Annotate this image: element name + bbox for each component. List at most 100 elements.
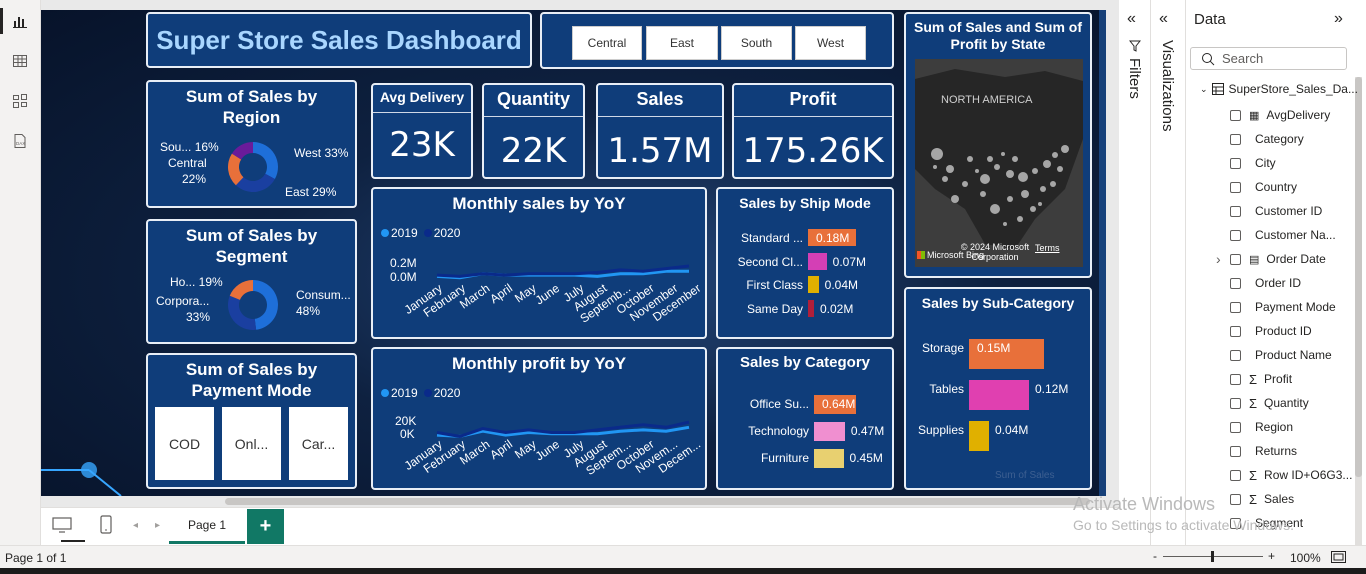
field-quantity[interactable]: Σ Quantity (1230, 393, 1309, 413)
map-state-bubble[interactable] (1061, 145, 1069, 153)
slicer-south-button[interactable]: South (721, 26, 792, 60)
category-card[interactable]: Sales by Category Office Su... 0.64M Techn… (716, 347, 894, 490)
collapse-filters-icon[interactable]: « (1127, 10, 1136, 28)
map-state-bubble[interactable] (933, 165, 937, 169)
map-state-bubble[interactable] (1052, 152, 1058, 158)
field-customer-na-[interactable]: Customer Na... (1230, 225, 1336, 245)
category-bar[interactable] (814, 449, 844, 468)
field-checkbox[interactable] (1230, 493, 1241, 505)
zoom-slider-thumb[interactable] (1211, 551, 1214, 562)
category-bar[interactable] (814, 422, 845, 441)
map-state-bubble[interactable] (1021, 190, 1029, 198)
map-state-bubble[interactable] (1032, 168, 1038, 174)
field-order-date[interactable]: › ▤ Order Date (1216, 249, 1326, 269)
payment-cod-card[interactable]: COD (155, 407, 214, 480)
expand-field-icon[interactable]: › (1216, 251, 1221, 267)
map-state-bubble[interactable] (1017, 216, 1023, 222)
segment-donut-chart[interactable] (226, 278, 280, 332)
region-donut-card[interactable]: Sum of Sales by Region Sou... 16% Centra… (146, 80, 357, 208)
ship-mode-bar[interactable] (808, 276, 819, 293)
field-country[interactable]: Country (1230, 177, 1297, 197)
map-state-bubble[interactable] (1006, 170, 1014, 178)
map-state-bubble[interactable] (962, 181, 968, 187)
field-checkbox[interactable] (1230, 373, 1241, 385)
monthly-sales-line-chart[interactable] (433, 249, 693, 283)
map-state-bubble[interactable] (980, 191, 986, 197)
payment-online-card[interactable]: Onl... (222, 407, 281, 480)
field-checkbox[interactable] (1230, 205, 1241, 217)
canvas-horizontal-scrollbar[interactable] (225, 498, 1090, 505)
map-state-bubble[interactable] (946, 165, 954, 173)
search-input[interactable]: Search (1222, 51, 1263, 66)
collapse-table-icon[interactable]: ⌄ (1200, 84, 1208, 95)
series-2020-line[interactable] (436, 264, 690, 278)
field-checkbox[interactable] (1230, 349, 1241, 361)
field-row-id-o6g3-[interactable]: Σ Row ID+O6G3... (1230, 465, 1352, 485)
map-state-bubble[interactable] (1057, 166, 1063, 172)
ship-mode-card[interactable]: Sales by Ship Mode Standard ... 0.18M Seco… (716, 187, 894, 339)
page-tab-page-1[interactable]: Page 1 (169, 508, 245, 544)
ship-mode-bars[interactable]: Standard ... 0.18M Second Cl... 0.07M First … (718, 229, 892, 329)
desktop-layout-icon[interactable] (51, 516, 73, 534)
field-customer-id[interactable]: Customer ID (1230, 201, 1322, 221)
data-pane-scrollbar-track[interactable] (1355, 77, 1362, 545)
add-page-button[interactable]: + (247, 509, 284, 544)
field-product-name[interactable]: Product Name (1230, 345, 1332, 365)
map-state-bubble[interactable] (975, 169, 979, 173)
field-profit[interactable]: Σ Profit (1230, 369, 1292, 389)
field-order-id[interactable]: Order ID (1230, 273, 1301, 293)
mobile-layout-icon[interactable] (99, 515, 113, 535)
ship-mode-bar[interactable] (808, 299, 814, 317)
category-bars[interactable]: Office Su... 0.64M Technology 0.47M Furnitur… (718, 395, 892, 485)
field-checkbox[interactable] (1230, 421, 1241, 433)
data-pane-scrollbar-thumb[interactable] (1355, 77, 1362, 477)
segment-slice-corporate[interactable] (228, 295, 257, 330)
map-state-bubble[interactable] (1003, 222, 1007, 226)
collapse-data-pane-icon[interactable]: » (1334, 10, 1343, 28)
map-state-bubble[interactable] (942, 176, 948, 182)
field-checkbox[interactable] (1230, 109, 1241, 121)
payment-card-card[interactable]: Car... (289, 407, 348, 480)
slicer-central-button[interactable]: Central (572, 26, 642, 60)
page-scroll-left-icon[interactable]: ◂ (133, 520, 138, 531)
table-view-icon[interactable] (9, 50, 31, 72)
table-superstore[interactable]: ⌄ SuperStore_Sales_Da... (1200, 82, 1358, 96)
map-state-bubble[interactable] (990, 204, 1000, 214)
region-donut-chart[interactable] (226, 140, 280, 194)
field-checkbox[interactable] (1230, 445, 1241, 457)
field-checkbox[interactable] (1230, 277, 1241, 289)
segment-donut-card[interactable]: Sum of Sales by Segment Ho... 19% Corpor… (146, 219, 357, 344)
map-state-bubble[interactable] (1012, 156, 1018, 162)
field-checkbox[interactable] (1230, 133, 1241, 145)
field-avgdelivery[interactable]: ▦ AvgDelivery (1230, 105, 1330, 125)
fit-to-page-icon[interactable] (1331, 551, 1346, 563)
subcategory-bar[interactable] (969, 421, 989, 451)
map-state-bubble[interactable] (987, 156, 993, 162)
model-view-icon[interactable] (9, 90, 31, 112)
field-sales[interactable]: Σ Sales (1230, 489, 1294, 509)
ship-mode-bar[interactable] (808, 252, 827, 270)
zoom-in-button[interactable]: + (1268, 549, 1275, 563)
map-state-bubble[interactable] (967, 156, 973, 162)
slicer-west-button[interactable]: West (795, 26, 866, 60)
map-state-bubble[interactable] (1001, 152, 1005, 156)
dax-query-icon[interactable]: DAX (9, 130, 31, 152)
field-checkbox[interactable] (1230, 253, 1241, 265)
region-slice-west[interactable] (253, 142, 278, 180)
monthly-sales-card[interactable]: Monthly sales by YoY 2019 2020 0.2M 0.0M… (371, 187, 707, 339)
map-state-bubble[interactable] (1007, 196, 1013, 202)
map-state-bubble[interactable] (980, 174, 990, 184)
kpi-avg-delivery[interactable]: Avg Delivery 23K (371, 83, 473, 179)
subcategory-card[interactable]: Sales by Sub-Category Storage 0.15M Tables… (904, 287, 1092, 490)
field-payment-mode[interactable]: Payment Mode (1230, 297, 1336, 317)
map-state-bubble[interactable] (931, 148, 943, 160)
field-checkbox[interactable] (1230, 229, 1241, 241)
field-checkbox[interactable] (1230, 157, 1241, 169)
map-area[interactable]: NORTH AMERICA Microsoft Bing © 2024 Micr… (915, 59, 1083, 267)
field-city[interactable]: City (1230, 153, 1276, 173)
report-view-icon[interactable] (9, 10, 31, 32)
filters-pane[interactable]: « Filters (1119, 0, 1151, 545)
field-product-id[interactable]: Product ID (1230, 321, 1312, 341)
map-card[interactable]: Sum of Sales and Sum of Profit by State … (904, 12, 1092, 278)
map-state-bubble[interactable] (1050, 181, 1056, 187)
